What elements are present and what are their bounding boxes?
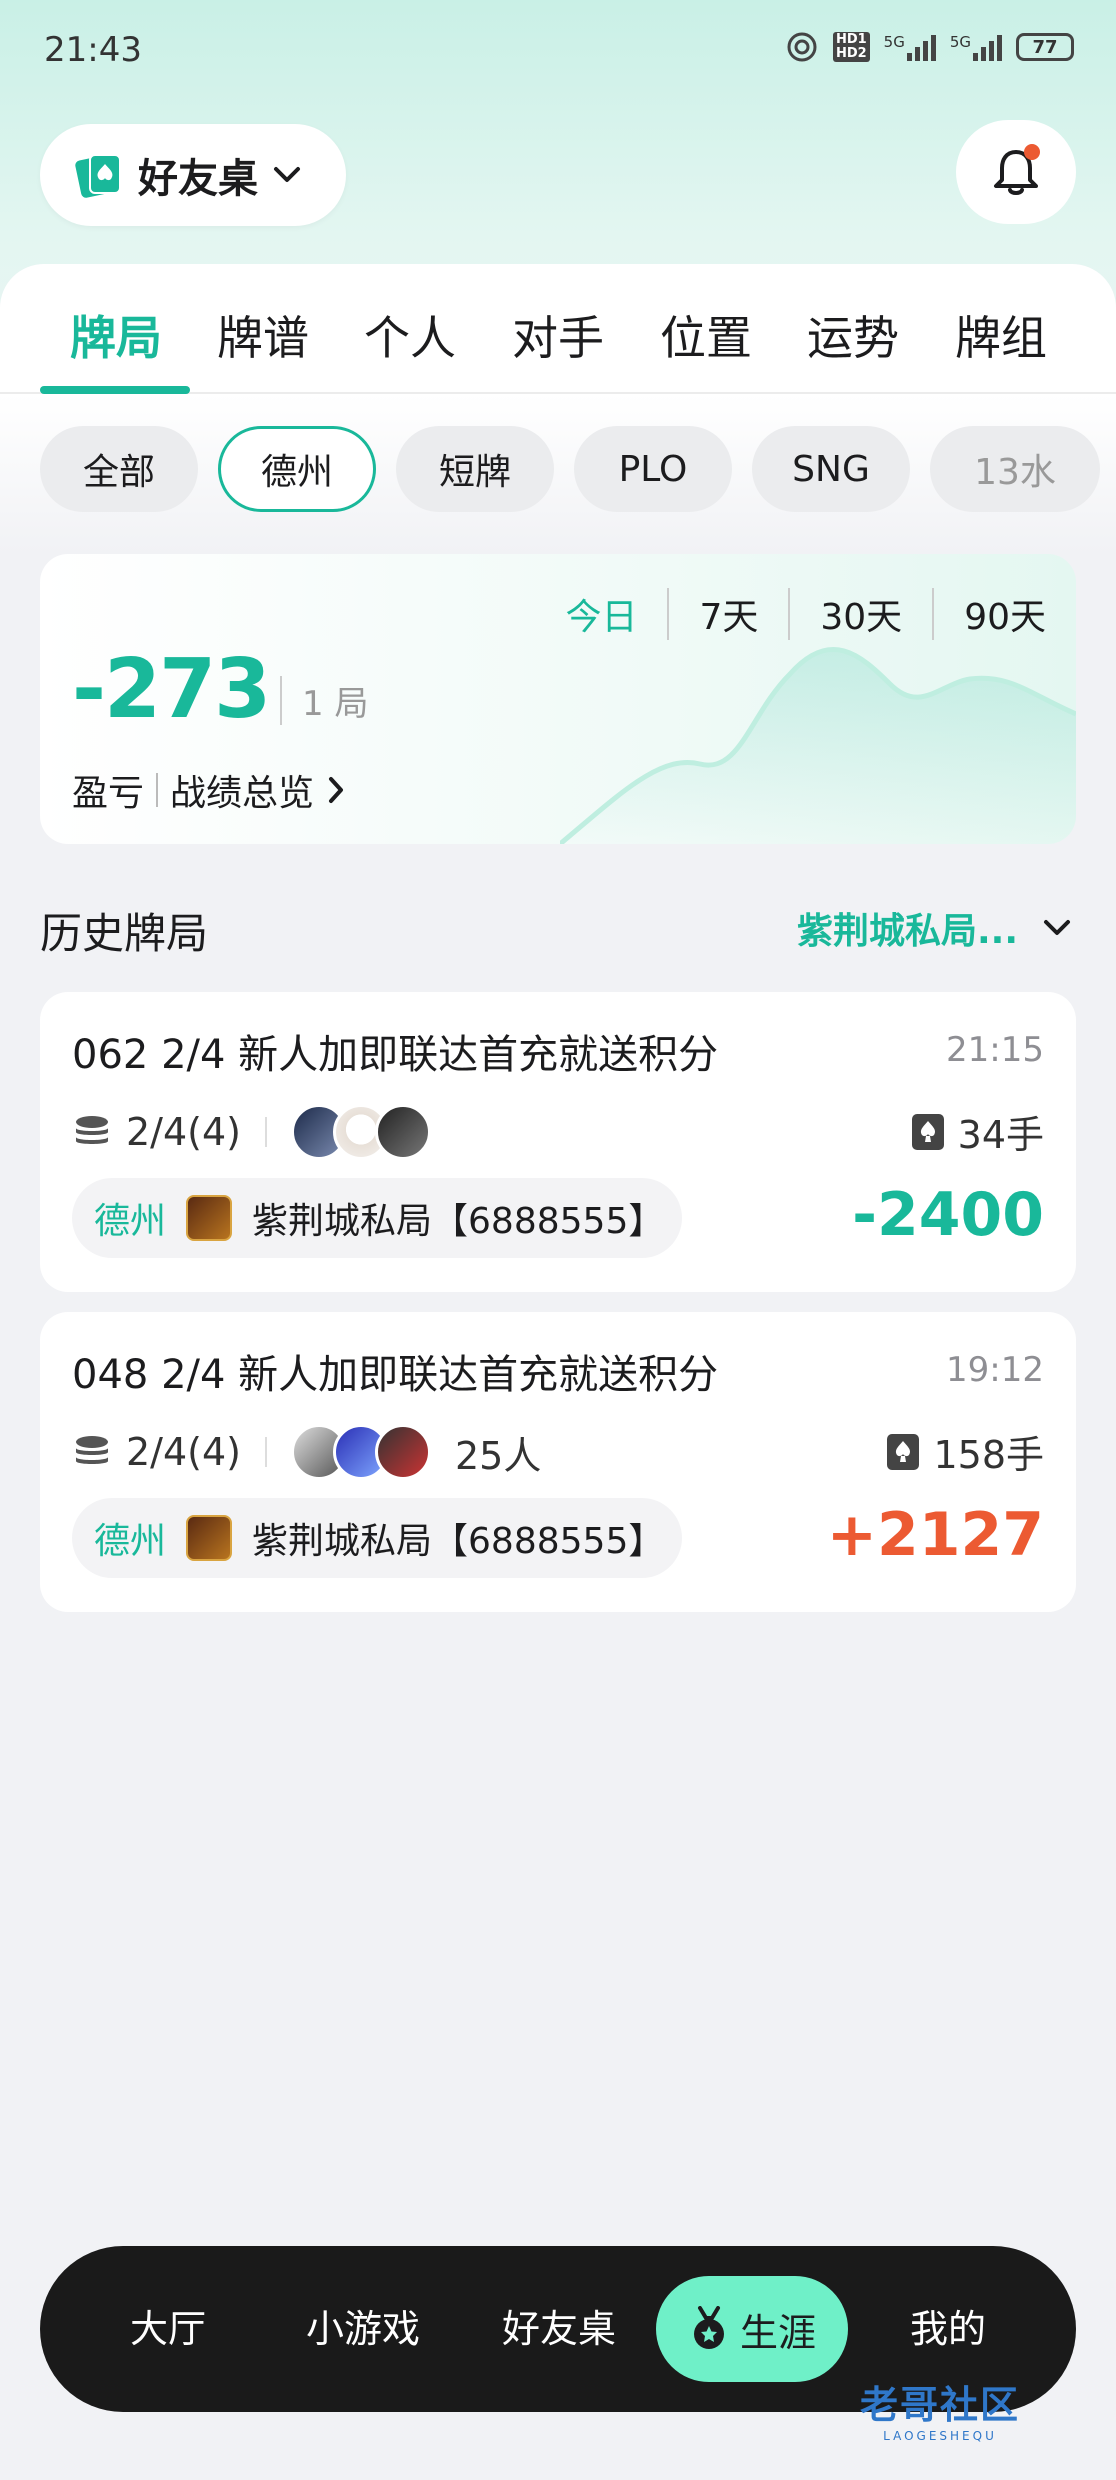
history-title: 历史牌局 xyxy=(40,909,209,958)
medal-icon xyxy=(693,2306,724,2349)
game-card[interactable]: 048 2/4 新人加即联达首充就送积分 19:12 2/4(4) 25人 15… xyxy=(40,1312,1076,1612)
hands-count: 158手 xyxy=(885,1424,1044,1479)
tab-bar: 牌局 牌谱 个人 对手 位置 运势 牌组 xyxy=(0,264,1116,394)
range-7d[interactable]: 7天 xyxy=(667,588,788,640)
tab-opponents[interactable]: 对手 xyxy=(512,302,604,368)
spade-card-icon xyxy=(887,1433,920,1470)
chevron-right-icon xyxy=(329,777,344,803)
game-type: 德州 xyxy=(94,1201,167,1242)
notification-dot xyxy=(1024,144,1040,160)
game-title: 048 2/4 新人加即联达首充就送积分 xyxy=(72,1352,719,1398)
range-90d[interactable]: 90天 xyxy=(932,588,1046,640)
chevron-down-icon xyxy=(274,167,300,182)
club-name: 紫荆城私局【6888555】 xyxy=(252,1201,665,1242)
divider xyxy=(264,1117,267,1147)
hd-badge: HD1 HD2 xyxy=(832,32,870,62)
nav-career[interactable]: 生涯 xyxy=(656,2276,848,2382)
range-today[interactable]: 今日 xyxy=(535,588,667,640)
chips-icon xyxy=(76,1436,108,1464)
game-result: -2400 xyxy=(852,1180,1044,1250)
divider xyxy=(156,773,159,807)
cards-icon xyxy=(75,154,121,198)
signal-2: 5G xyxy=(950,33,1002,61)
range-selector: 今日 7天 30天 90天 xyxy=(535,588,1046,640)
avatar xyxy=(374,1424,431,1480)
bell-icon xyxy=(994,144,1040,195)
stake-label: 2/4(4) xyxy=(126,1110,241,1154)
club-filter-dropdown[interactable]: 紫荆城私局... xyxy=(797,902,1072,954)
filter-holdem[interactable]: 德州 xyxy=(218,426,376,512)
stats-card: 今日 7天 30天 90天 -273 1 局 盈亏 战绩总览 xyxy=(40,554,1076,844)
notification-button[interactable] xyxy=(956,120,1076,224)
club-filter-label: 紫荆城私局... xyxy=(796,911,1018,952)
status-icons: HD1 HD2 5G 5G 77 xyxy=(785,30,1074,64)
stake-label: 2/4(4) xyxy=(126,1430,241,1474)
game-type: 德州 xyxy=(94,1521,167,1562)
player-count: 25人 xyxy=(454,1433,542,1478)
signal-bars-icon xyxy=(973,33,1002,61)
tab-position[interactable]: 位置 xyxy=(660,302,752,368)
hotspot-icon xyxy=(787,32,817,62)
club-logo xyxy=(186,1195,233,1241)
tab-personal[interactable]: 个人 xyxy=(364,302,456,368)
spade-card-icon xyxy=(911,1113,944,1150)
nav-mine[interactable]: 我的 xyxy=(910,2298,986,2353)
overview-label: 战绩总览 xyxy=(170,773,315,814)
mode-selector[interactable]: 好友桌 xyxy=(40,124,346,226)
pnl-label: 盈亏 xyxy=(72,773,145,814)
mode-label: 好友桌 xyxy=(138,156,258,202)
club-tag[interactable]: 德州 紫荆城私局【6888555】 xyxy=(72,1498,682,1578)
range-30d[interactable]: 30天 xyxy=(788,588,932,640)
game-info-row: 2/4(4) 25人 xyxy=(72,1424,541,1480)
nav-friend-table[interactable]: 好友桌 xyxy=(502,2298,616,2353)
club-logo xyxy=(186,1515,233,1561)
main-sheet: 牌局 牌谱 个人 对手 位置 运势 牌组 全部 德州 短牌 PLO SNG 13… xyxy=(0,264,1116,2480)
filter-13-cards[interactable]: 13水 xyxy=(930,426,1100,512)
signal-bars-icon xyxy=(906,33,936,61)
hands-count: 34手 xyxy=(910,1104,1044,1159)
game-card[interactable]: 062 2/4 新人加即联达首充就送积分 21:15 2/4(4) 34手 德州… xyxy=(40,992,1076,1292)
club-tag[interactable]: 德州 紫荆城私局【6888555】 xyxy=(72,1178,682,1258)
filter-sng[interactable]: SNG xyxy=(752,426,910,512)
game-info-row: 2/4(4) xyxy=(72,1104,431,1160)
chevron-down-icon xyxy=(1044,920,1070,935)
tab-deck[interactable]: 牌组 xyxy=(955,302,1047,368)
tab-underline xyxy=(40,386,190,394)
game-result: +2127 xyxy=(826,1500,1044,1570)
club-name: 紫荆城私局【6888555】 xyxy=(252,1521,665,1562)
status-time: 21:43 xyxy=(44,30,142,70)
tab-games[interactable]: 牌局 xyxy=(70,302,162,368)
filter-all[interactable]: 全部 xyxy=(40,426,198,512)
filter-plo[interactable]: PLO xyxy=(574,426,732,512)
game-time: 21:15 xyxy=(946,1030,1044,1070)
nav-mini-games[interactable]: 小游戏 xyxy=(306,2298,420,2353)
watermark-logo: 老哥社区 LAOGESHEQU xyxy=(860,2383,1021,2443)
tab-hand-records[interactable]: 牌谱 xyxy=(217,302,309,368)
player-avatars[interactable] xyxy=(290,1424,431,1480)
games-count: 1 局 xyxy=(280,676,368,725)
tab-luck[interactable]: 运势 xyxy=(807,302,899,368)
divider xyxy=(264,1437,267,1467)
signal-1: 5G xyxy=(884,33,936,61)
chips-icon xyxy=(76,1116,108,1144)
game-time: 19:12 xyxy=(946,1350,1044,1390)
stats-overview-link[interactable]: 盈亏 战绩总览 xyxy=(72,764,346,816)
filter-short-deck[interactable]: 短牌 xyxy=(396,426,554,512)
player-avatars[interactable] xyxy=(290,1104,431,1160)
trend-sparkline xyxy=(560,647,1076,844)
game-title: 062 2/4 新人加即联达首充就送积分 xyxy=(72,1032,719,1078)
nav-lobby[interactable]: 大厅 xyxy=(130,2298,206,2353)
pnl-value: -273 xyxy=(72,642,271,737)
avatar xyxy=(374,1104,431,1160)
battery-icon: 77 xyxy=(1016,33,1074,61)
